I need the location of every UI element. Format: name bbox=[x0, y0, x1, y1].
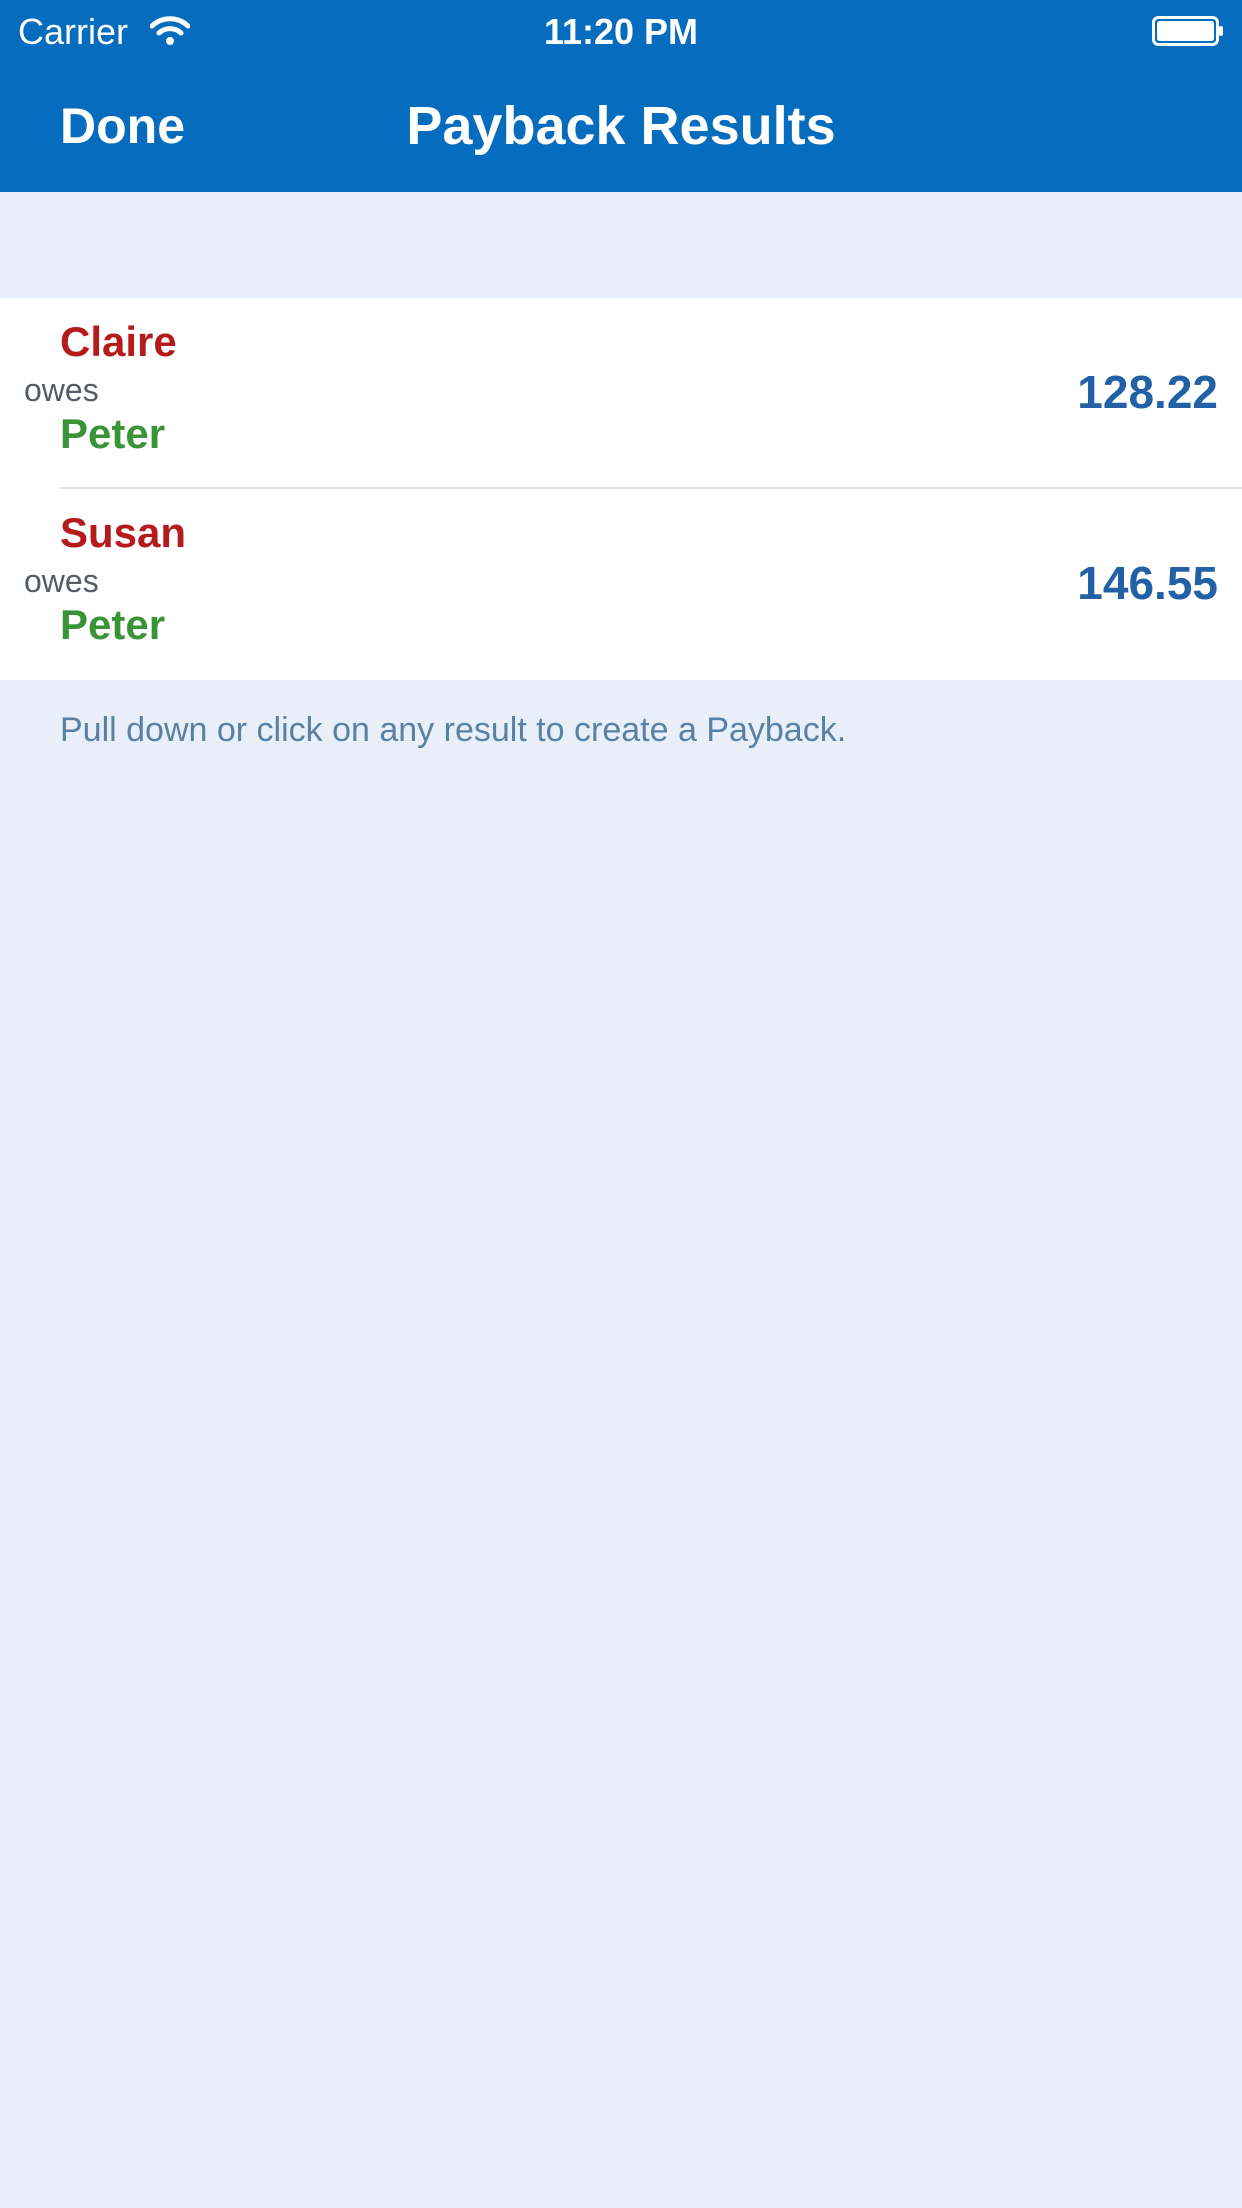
status-time: 11:20 PM bbox=[543, 11, 699, 52]
top-bar: Carrier 11:20 PM Done Payback Results bbox=[0, 0, 1242, 192]
debtor-name: Claire bbox=[60, 318, 177, 365]
owes-label: owes bbox=[24, 563, 99, 599]
creditor-name: Peter bbox=[60, 410, 166, 457]
amount-value: 128.22 bbox=[1077, 366, 1218, 418]
battery-icon bbox=[1152, 16, 1224, 46]
result-row[interactable]: Claire owes Peter 128.22 bbox=[0, 298, 1242, 489]
results-list: Claire owes Peter 128.22 Susan owes Pete… bbox=[0, 298, 1242, 680]
footer-hint: Pull down or click on any result to crea… bbox=[60, 711, 847, 749]
creditor-name: Peter bbox=[60, 601, 166, 648]
debtor-name: Susan bbox=[60, 509, 187, 556]
payback-results-screen: Carrier 11:20 PM Done Payback Results Cl… bbox=[0, 0, 1242, 2208]
owes-label: owes bbox=[24, 372, 99, 408]
amount-value: 146.55 bbox=[1077, 557, 1218, 609]
result-row[interactable]: Susan owes Peter 146.55 bbox=[0, 489, 1242, 680]
page-title: Payback Results bbox=[406, 96, 836, 156]
